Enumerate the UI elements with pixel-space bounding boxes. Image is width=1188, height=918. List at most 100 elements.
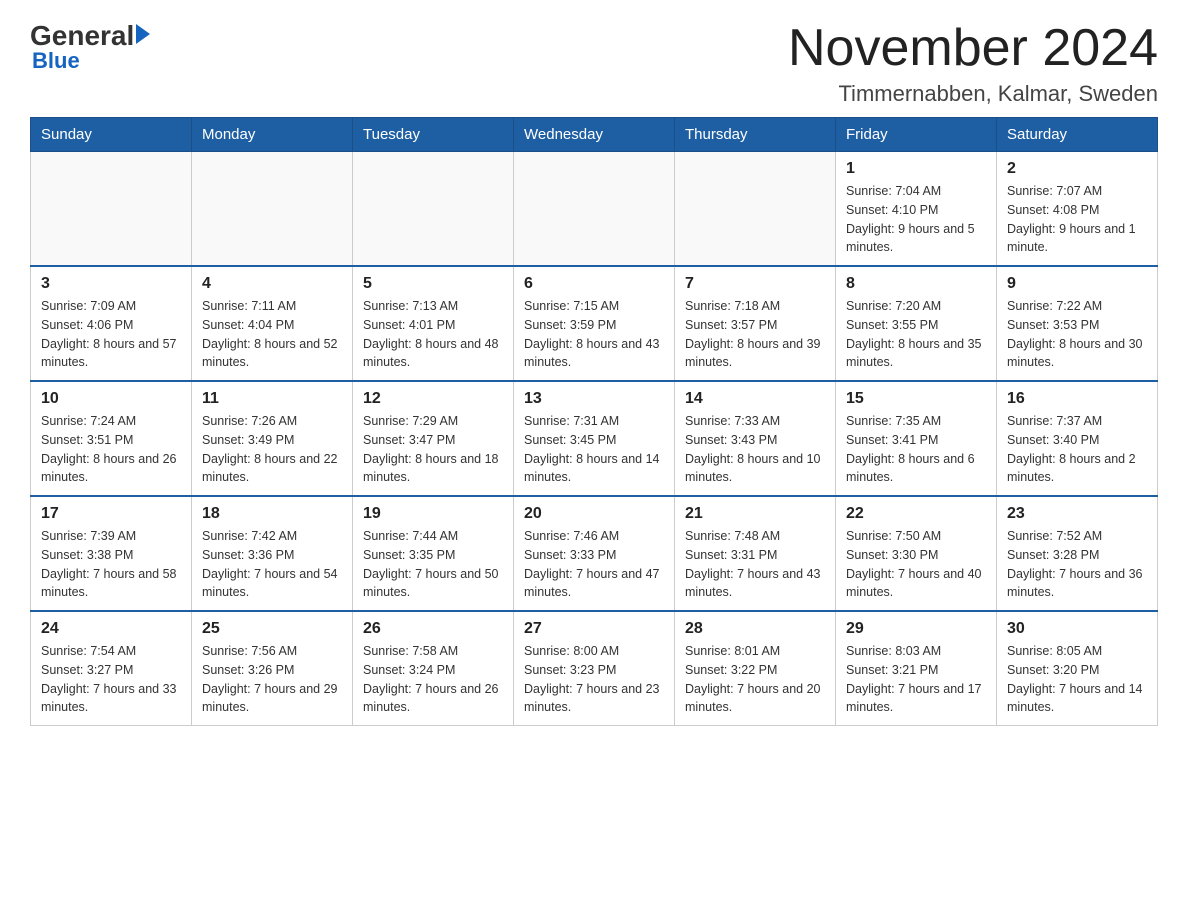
day-number: 11 (202, 390, 342, 408)
table-row: 3 Sunrise: 7:09 AMSunset: 4:06 PMDaylight… (31, 266, 192, 381)
table-row: 22 Sunrise: 7:50 AMSunset: 3:30 PMDayligh… (836, 496, 997, 611)
calendar-week-row: 10 Sunrise: 7:24 AMSunset: 3:51 PMDayligh… (31, 381, 1158, 496)
table-row: 10 Sunrise: 7:24 AMSunset: 3:51 PMDayligh… (31, 381, 192, 496)
day-info: Sunrise: 7:13 AMSunset: 4:01 PMDaylight:… (363, 297, 503, 372)
day-info: Sunrise: 7:44 AMSunset: 3:35 PMDaylight:… (363, 527, 503, 602)
table-row (353, 152, 514, 267)
table-row: 12Sunrise: 7:29 AMSunset: 3:47 PMDayligh… (353, 381, 514, 496)
day-info: Sunrise: 7:24 AMSunset: 3:51 PMDaylight:… (41, 412, 181, 487)
day-number: 6 (524, 275, 664, 293)
day-number: 21 (685, 505, 825, 523)
day-info: Sunrise: 7:04 AMSunset: 4:10 PMDaylight:… (846, 182, 986, 257)
day-info: Sunrise: 7:33 AMSunset: 3:43 PMDaylight:… (685, 412, 825, 487)
table-row: 6 Sunrise: 7:15 AMSunset: 3:59 PMDaylight… (514, 266, 675, 381)
table-row (31, 152, 192, 267)
day-info: Sunrise: 8:05 AMSunset: 3:20 PMDaylight:… (1007, 642, 1147, 717)
table-row: 25 Sunrise: 7:56 AMSunset: 3:26 PMDayligh… (192, 611, 353, 726)
table-row: 7Sunrise: 7:18 AMSunset: 3:57 PMDaylight… (675, 266, 836, 381)
day-number: 13 (524, 390, 664, 408)
table-row: 26 Sunrise: 7:58 AMSunset: 3:24 PMDayligh… (353, 611, 514, 726)
day-number: 28 (685, 620, 825, 638)
header-sunday: Sunday (31, 118, 192, 152)
table-row: 9 Sunrise: 7:22 AMSunset: 3:53 PMDaylight… (997, 266, 1158, 381)
table-row: 15 Sunrise: 7:35 AMSunset: 3:41 PMDayligh… (836, 381, 997, 496)
table-row: 17 Sunrise: 7:39 AMSunset: 3:38 PMDayligh… (31, 496, 192, 611)
day-number: 24 (41, 620, 181, 638)
table-row: 29 Sunrise: 8:03 AMSunset: 3:21 PMDayligh… (836, 611, 997, 726)
table-row: 14Sunrise: 7:33 AMSunset: 3:43 PMDayligh… (675, 381, 836, 496)
day-info: Sunrise: 8:03 AMSunset: 3:21 PMDaylight:… (846, 642, 986, 717)
day-info: Sunrise: 7:50 AMSunset: 3:30 PMDaylight:… (846, 527, 986, 602)
table-row: 16 Sunrise: 7:37 AMSunset: 3:40 PMDayligh… (997, 381, 1158, 496)
table-row: 18Sunrise: 7:42 AMSunset: 3:36 PMDayligh… (192, 496, 353, 611)
header-friday: Friday (836, 118, 997, 152)
day-number: 5 (363, 275, 503, 293)
day-info: Sunrise: 7:26 AMSunset: 3:49 PMDaylight:… (202, 412, 342, 487)
location-title: Timmernabben, Kalmar, Sweden (788, 81, 1158, 107)
day-number: 25 (202, 620, 342, 638)
calendar-table: Sunday Monday Tuesday Wednesday Thursday… (30, 117, 1158, 726)
day-number: 20 (524, 505, 664, 523)
day-info: Sunrise: 7:29 AMSunset: 3:47 PMDaylight:… (363, 412, 503, 487)
day-info: Sunrise: 7:18 AMSunset: 3:57 PMDaylight:… (685, 297, 825, 372)
table-row: 23 Sunrise: 7:52 AMSunset: 3:28 PMDayligh… (997, 496, 1158, 611)
header-saturday: Saturday (997, 118, 1158, 152)
day-number: 15 (846, 390, 986, 408)
day-info: Sunrise: 7:31 AMSunset: 3:45 PMDaylight:… (524, 412, 664, 487)
table-row (675, 152, 836, 267)
calendar-week-row: 3 Sunrise: 7:09 AMSunset: 4:06 PMDaylight… (31, 266, 1158, 381)
day-info: Sunrise: 7:35 AMSunset: 3:41 PMDaylight:… (846, 412, 986, 487)
day-number: 8 (846, 275, 986, 293)
table-row: 28 Sunrise: 8:01 AMSunset: 3:22 PMDayligh… (675, 611, 836, 726)
day-number: 26 (363, 620, 503, 638)
day-info: Sunrise: 7:39 AMSunset: 3:38 PMDaylight:… (41, 527, 181, 602)
page-header: General Blue November 2024 Timmernabben,… (30, 20, 1158, 107)
day-number: 9 (1007, 275, 1147, 293)
month-title: November 2024 (788, 20, 1158, 77)
table-row: 20 Sunrise: 7:46 AMSunset: 3:33 PMDayligh… (514, 496, 675, 611)
table-row (514, 152, 675, 267)
day-number: 27 (524, 620, 664, 638)
table-row: 19 Sunrise: 7:44 AMSunset: 3:35 PMDayligh… (353, 496, 514, 611)
day-info: Sunrise: 7:52 AMSunset: 3:28 PMDaylight:… (1007, 527, 1147, 602)
title-section: November 2024 Timmernabben, Kalmar, Swed… (788, 20, 1158, 107)
logo-blue-word: Blue (32, 48, 80, 74)
day-info: Sunrise: 7:58 AMSunset: 3:24 PMDaylight:… (363, 642, 503, 717)
day-number: 17 (41, 505, 181, 523)
logo-arrow-icon (136, 24, 150, 44)
day-number: 10 (41, 390, 181, 408)
table-row: 4 Sunrise: 7:11 AMSunset: 4:04 PMDaylight… (192, 266, 353, 381)
day-number: 30 (1007, 620, 1147, 638)
day-number: 3 (41, 275, 181, 293)
day-info: Sunrise: 7:09 AMSunset: 4:06 PMDaylight:… (41, 297, 181, 372)
day-info: Sunrise: 7:11 AMSunset: 4:04 PMDaylight:… (202, 297, 342, 372)
logo: General Blue (30, 20, 150, 74)
day-info: Sunrise: 8:01 AMSunset: 3:22 PMDaylight:… (685, 642, 825, 717)
day-info: Sunrise: 7:22 AMSunset: 3:53 PMDaylight:… (1007, 297, 1147, 372)
table-row (192, 152, 353, 267)
calendar-week-row: 1 Sunrise: 7:04 AMSunset: 4:10 PMDaylight… (31, 152, 1158, 267)
day-number: 19 (363, 505, 503, 523)
calendar-week-row: 17 Sunrise: 7:39 AMSunset: 3:38 PMDayligh… (31, 496, 1158, 611)
header-wednesday: Wednesday (514, 118, 675, 152)
table-row: 21Sunrise: 7:48 AMSunset: 3:31 PMDayligh… (675, 496, 836, 611)
calendar-header-row: Sunday Monday Tuesday Wednesday Thursday… (31, 118, 1158, 152)
day-number: 1 (846, 160, 986, 178)
day-number: 29 (846, 620, 986, 638)
table-row: 5 Sunrise: 7:13 AMSunset: 4:01 PMDaylight… (353, 266, 514, 381)
day-number: 22 (846, 505, 986, 523)
day-number: 4 (202, 275, 342, 293)
day-number: 23 (1007, 505, 1147, 523)
day-info: Sunrise: 7:56 AMSunset: 3:26 PMDaylight:… (202, 642, 342, 717)
day-info: Sunrise: 7:15 AMSunset: 3:59 PMDaylight:… (524, 297, 664, 372)
day-info: Sunrise: 7:20 AMSunset: 3:55 PMDaylight:… (846, 297, 986, 372)
header-tuesday: Tuesday (353, 118, 514, 152)
day-info: Sunrise: 7:54 AMSunset: 3:27 PMDaylight:… (41, 642, 181, 717)
table-row: 2Sunrise: 7:07 AMSunset: 4:08 PMDaylight… (997, 152, 1158, 267)
header-monday: Monday (192, 118, 353, 152)
day-info: Sunrise: 7:46 AMSunset: 3:33 PMDaylight:… (524, 527, 664, 602)
day-number: 16 (1007, 390, 1147, 408)
table-row: 11 Sunrise: 7:26 AMSunset: 3:49 PMDayligh… (192, 381, 353, 496)
day-info: Sunrise: 7:37 AMSunset: 3:40 PMDaylight:… (1007, 412, 1147, 487)
table-row: 8 Sunrise: 7:20 AMSunset: 3:55 PMDaylight… (836, 266, 997, 381)
